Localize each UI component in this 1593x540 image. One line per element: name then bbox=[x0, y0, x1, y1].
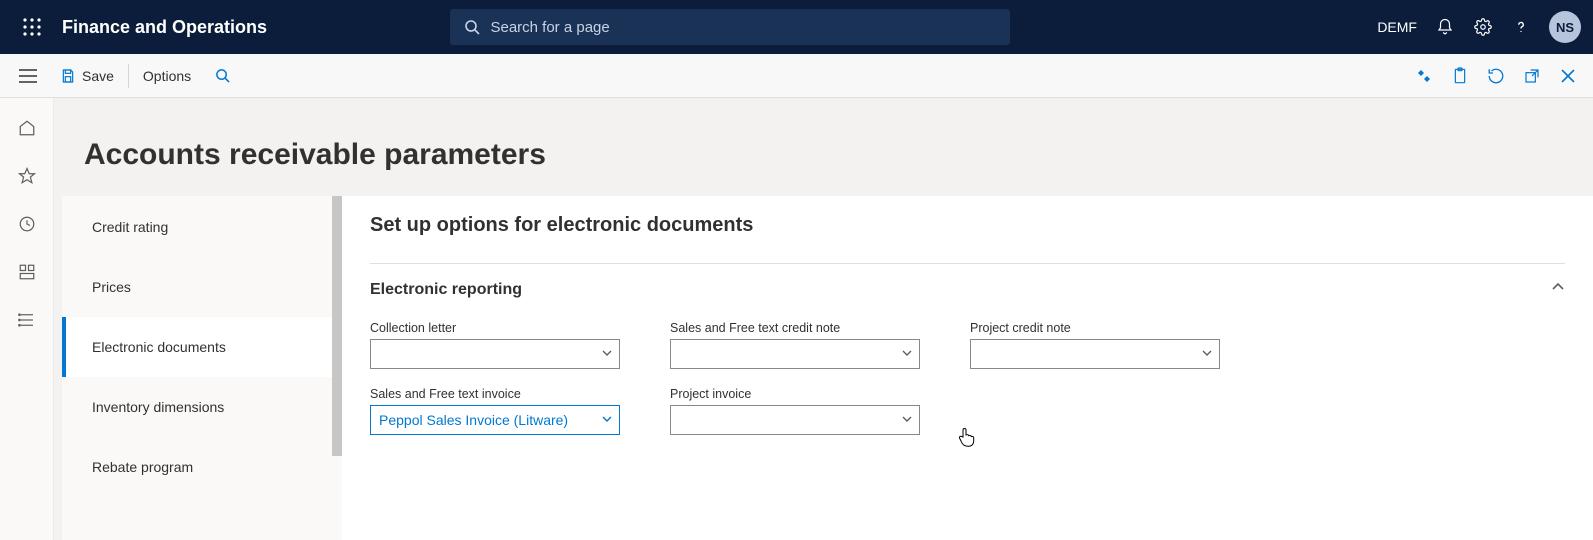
action-bar: Save Options bbox=[0, 54, 1593, 98]
field-sales-credit-note: Sales and Free text credit note bbox=[670, 321, 920, 369]
chevron-down-icon bbox=[1201, 346, 1213, 362]
action-bar-right bbox=[1413, 65, 1585, 87]
personalize-icon[interactable] bbox=[1413, 65, 1435, 87]
options-label: Options bbox=[143, 68, 191, 84]
search-icon bbox=[464, 19, 480, 35]
form-title: Set up options for electronic documents bbox=[370, 214, 1565, 237]
sidepanel-item-prices[interactable]: Prices bbox=[62, 257, 342, 317]
project-invoice-combo[interactable] bbox=[670, 405, 920, 435]
field-label: Sales and Free text credit note bbox=[670, 321, 920, 335]
global-search[interactable]: Search for a page bbox=[450, 9, 1010, 45]
sidepanel-item-electronic-documents[interactable]: Electronic documents bbox=[62, 317, 342, 377]
page-search-button[interactable] bbox=[203, 54, 242, 97]
field-collection-letter: Collection letter bbox=[370, 321, 620, 369]
sidepanel-item-credit-rating[interactable]: Credit rating bbox=[62, 197, 342, 257]
company-code[interactable]: DEMF bbox=[1377, 19, 1417, 35]
main-area: Accounts receivable parameters ▲ Credit … bbox=[0, 98, 1593, 540]
project-credit-note-combo[interactable] bbox=[970, 339, 1220, 369]
search-icon bbox=[215, 68, 230, 83]
save-label: Save bbox=[82, 68, 114, 84]
hamburger-icon[interactable] bbox=[8, 69, 48, 83]
field-grid: Collection letter Sales and Free text cr… bbox=[370, 321, 1565, 435]
sales-invoice-combo[interactable]: Peppol Sales Invoice (Litware) bbox=[370, 405, 620, 435]
field-project-credit-note: Project credit note bbox=[970, 321, 1220, 369]
field-label: Project invoice bbox=[670, 387, 920, 401]
refresh-icon[interactable] bbox=[1485, 65, 1507, 87]
close-icon[interactable] bbox=[1557, 65, 1579, 87]
help-icon[interactable] bbox=[1511, 17, 1531, 37]
sidepanel-item-rebate-program[interactable]: Rebate program bbox=[62, 437, 342, 497]
options-button[interactable]: Options bbox=[131, 54, 203, 97]
sidepanel-item-inventory-dimensions[interactable]: Inventory dimensions bbox=[62, 377, 342, 437]
header-right: DEMF NS bbox=[1377, 11, 1581, 43]
field-label: Project credit note bbox=[970, 321, 1220, 335]
page-title: Accounts receivable parameters bbox=[54, 98, 1593, 196]
field-label: Collection letter bbox=[370, 321, 620, 335]
recent-icon[interactable] bbox=[17, 214, 37, 234]
modules-icon[interactable] bbox=[17, 310, 37, 330]
workspaces-icon[interactable] bbox=[17, 262, 37, 282]
notifications-icon[interactable] bbox=[1435, 17, 1455, 37]
sales-credit-note-combo[interactable] bbox=[670, 339, 920, 369]
section-header[interactable]: Electronic reporting bbox=[370, 280, 1565, 299]
chevron-down-icon bbox=[901, 412, 913, 428]
app-header: Finance and Operations Search for a page… bbox=[0, 0, 1593, 54]
favorites-icon[interactable] bbox=[17, 166, 37, 186]
home-icon[interactable] bbox=[17, 118, 37, 138]
section-divider bbox=[370, 263, 1565, 264]
combo-value: Peppol Sales Invoice (Litware) bbox=[379, 412, 568, 428]
chevron-down-icon bbox=[901, 346, 913, 362]
side-panel: ▲ Credit rating Prices Electronic docume… bbox=[62, 196, 342, 540]
chevron-up-icon[interactable] bbox=[1551, 280, 1565, 299]
attachments-icon[interactable] bbox=[1449, 65, 1471, 87]
chevron-down-icon bbox=[601, 412, 613, 428]
field-project-invoice: Project invoice bbox=[670, 387, 920, 435]
panel-wrap: ▲ Credit rating Prices Electronic docume… bbox=[62, 196, 1593, 540]
field-sales-invoice: Sales and Free text invoice Peppol Sales… bbox=[370, 387, 620, 435]
product-title: Finance and Operations bbox=[62, 17, 267, 38]
left-rail bbox=[0, 98, 54, 540]
field-label: Sales and Free text invoice bbox=[370, 387, 620, 401]
chevron-down-icon bbox=[601, 346, 613, 362]
collection-letter-combo[interactable] bbox=[370, 339, 620, 369]
search-placeholder: Search for a page bbox=[490, 19, 609, 36]
app-launcher-icon[interactable] bbox=[12, 18, 52, 36]
save-button[interactable]: Save bbox=[48, 54, 126, 97]
form-area: Set up options for electronic documents … bbox=[342, 196, 1593, 540]
content-area: Accounts receivable parameters ▲ Credit … bbox=[54, 98, 1593, 540]
section-label: Electronic reporting bbox=[370, 281, 522, 299]
divider bbox=[128, 64, 129, 88]
save-icon bbox=[60, 68, 76, 84]
settings-icon[interactable] bbox=[1473, 17, 1493, 37]
user-avatar[interactable]: NS bbox=[1549, 11, 1581, 43]
popout-icon[interactable] bbox=[1521, 65, 1543, 87]
